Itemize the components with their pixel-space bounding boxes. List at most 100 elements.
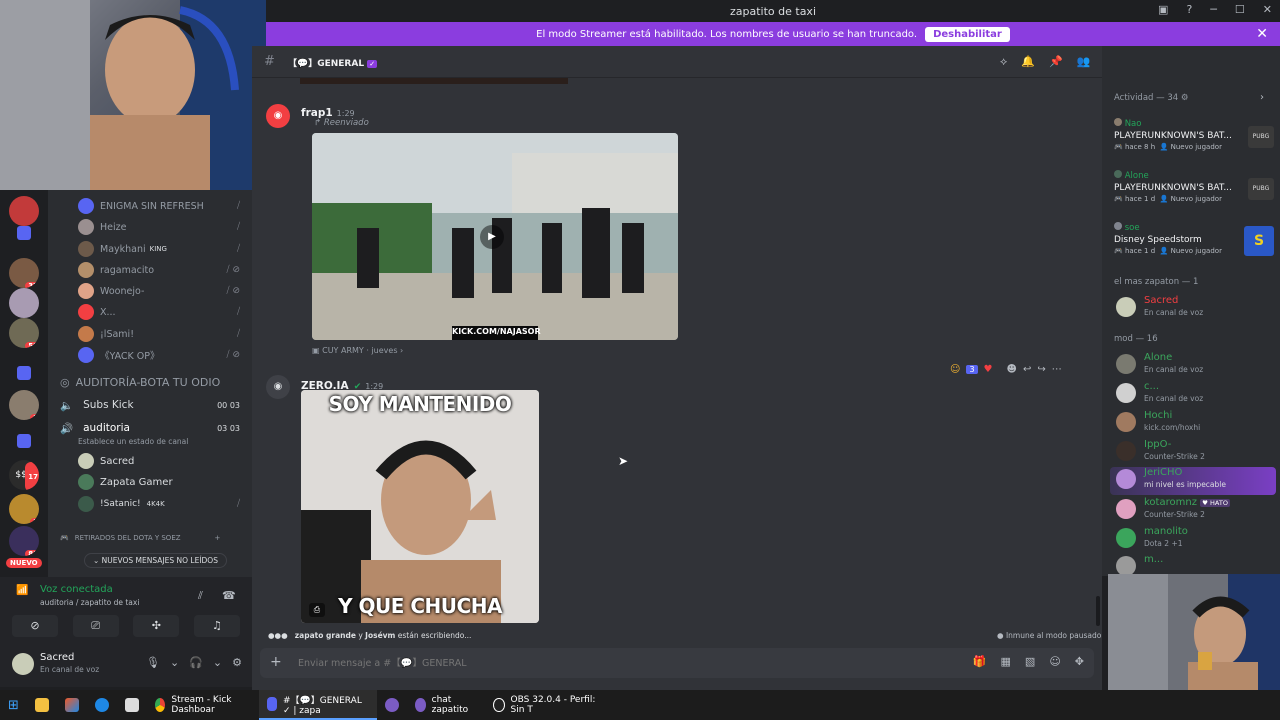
- server-icon[interactable]: 5: [9, 390, 39, 420]
- member-row[interactable]: Sacred En canal de voz: [1116, 295, 1276, 323]
- voice-user-row[interactable]: ragamacito ⧸ ⊘: [48, 260, 252, 280]
- server-folder-icon[interactable]: [17, 366, 31, 380]
- taskbar-app[interactable]: [57, 690, 87, 720]
- message-input[interactable]: [298, 655, 858, 671]
- member-list-icon[interactable]: 👥: [1077, 55, 1091, 69]
- apps-icon[interactable]: ✥: [1075, 655, 1084, 668]
- gif-button-icon[interactable]: ▦: [1001, 655, 1011, 668]
- chevron-down-icon[interactable]: ⌄: [213, 656, 222, 669]
- notification-bell-icon[interactable]: 🔔: [1021, 55, 1035, 69]
- voice-channel-auditoria[interactable]: 🔊 auditoria 03 03: [48, 418, 252, 438]
- member-row[interactable]: manolito Dota 2 +1: [1116, 526, 1276, 554]
- member-row[interactable]: Hochi kick.com/hoxhi: [1116, 410, 1276, 438]
- gif-icon[interactable]: ⎙: [309, 603, 325, 617]
- pinned-icon[interactable]: 📌: [1049, 55, 1063, 69]
- taskbar-obs[interactable]: OBS 32.0.4 - Perfil: Sin T: [485, 690, 607, 720]
- taskbar-discord[interactable]: #【💬】GENERAL ✓ | zapa: [258, 690, 377, 720]
- camera-off-icon[interactable]: ⊘: [12, 615, 58, 637]
- emoji-icon[interactable]: ☺: [1049, 655, 1060, 668]
- member-row[interactable]: JeriCHO mi nivel es impecable: [1110, 467, 1276, 495]
- headphones-icon[interactable]: 🎧: [189, 656, 203, 669]
- more-options-icon[interactable]: ⋯: [1052, 364, 1062, 375]
- emoji-reaction-icon[interactable]: ☺: [950, 364, 960, 375]
- avatar[interactable]: [12, 653, 34, 675]
- microphone-icon[interactable]: 🎙: [146, 656, 160, 669]
- voice-user-row[interactable]: Maykhani KING ⧸: [48, 239, 252, 259]
- add-attachment-icon[interactable]: +: [270, 654, 282, 670]
- taskbar-edge[interactable]: [87, 690, 117, 720]
- reaction-count[interactable]: 3: [966, 365, 978, 374]
- chat-scrollbar[interactable]: [1096, 596, 1100, 626]
- reply-icon[interactable]: ↩: [1023, 364, 1031, 375]
- maximize-button[interactable]: ☐: [1235, 3, 1245, 16]
- discord-logo-avatar[interactable]: ◉: [266, 104, 290, 128]
- inbox-icon[interactable]: ▣: [1158, 3, 1168, 16]
- taskbar-chat[interactable]: chat zapatito: [407, 690, 485, 720]
- taskbar-file-explorer[interactable]: [27, 690, 57, 720]
- voice-user-row[interactable]: X... ⧸: [48, 302, 252, 322]
- close-button[interactable]: ✕: [1263, 3, 1272, 16]
- settings-gear-icon[interactable]: ⚙: [232, 656, 242, 669]
- gift-icon[interactable]: 🎁: [973, 655, 987, 668]
- meme-image[interactable]: SOY MANTENIDO Y QUE CHUCHA ⎙: [301, 390, 539, 623]
- activity-card[interactable]: Alone PLAYERUNKNOWN'S BAT... 🎮 hace 1 d …: [1114, 170, 1274, 215]
- voice-channel-subs-kick[interactable]: 🔈 Subs Kick 00 03: [48, 395, 252, 415]
- soundboard-icon[interactable]: ♫: [193, 615, 240, 637]
- server-icon[interactable]: 5: [9, 494, 39, 524]
- voice-user-row[interactable]: Woonejo- ⧸ ⊘: [48, 281, 252, 301]
- minimize-button[interactable]: ─: [1210, 3, 1217, 16]
- sticker-icon[interactable]: ▧: [1025, 655, 1035, 668]
- screen-share-icon[interactable]: ⎚: [72, 615, 119, 637]
- voice-category[interactable]: 🎮 RETIRADOS DEL DOTA Y SOEZ +: [60, 534, 220, 542]
- activity-card[interactable]: soe Disney Speedstorm 🎮 hace 1 d 👤 Nuevo…: [1114, 222, 1274, 267]
- add-channel-icon[interactable]: +: [215, 534, 221, 542]
- activities-icon[interactable]: ✣: [133, 615, 180, 637]
- voice-user-row[interactable]: ¡lSami! ⧸: [48, 324, 252, 344]
- activity-card[interactable]: Nao PLAYERUNKNOWN'S BAT... 🎮 hace 8 h 👤 …: [1114, 118, 1274, 163]
- voice-category[interactable]: ◎ AUDITORÍA-BOTA TU ODIO: [60, 376, 220, 389]
- member-row[interactable]: Alone En canal de voz: [1116, 352, 1276, 380]
- chevron-right-icon[interactable]: ›: [1260, 92, 1264, 103]
- voice-user-row[interactable]: !Satanic! 4K4K ⧸: [48, 494, 252, 514]
- server-icon[interactable]: [9, 196, 39, 226]
- unread-messages-pill[interactable]: ⌄ NUEVOS MENSAJES NO LEÍDOS: [84, 553, 227, 568]
- server-folder-icon[interactable]: [17, 434, 31, 448]
- video-attachment[interactable]: ▶ KICK.COM/NAJASOR: [312, 133, 678, 340]
- disable-streamer-button[interactable]: Deshabilitar: [925, 26, 1010, 42]
- close-banner-icon[interactable]: ✕: [1256, 26, 1268, 42]
- start-button[interactable]: ⊞: [0, 690, 27, 720]
- taskbar-chrome[interactable]: Stream - Kick Dashboar: [147, 690, 259, 720]
- member-row[interactable]: m...: [1116, 554, 1276, 576]
- self-username[interactable]: Sacred: [40, 652, 74, 663]
- server-icon[interactable]: [9, 288, 39, 318]
- disconnect-icon[interactable]: ☎: [222, 589, 236, 602]
- forward-source[interactable]: ▣ CUY ARMY · jueves ›: [312, 346, 403, 355]
- voice-connected-title[interactable]: Voz conectada: [40, 584, 113, 595]
- folder-icon: [34, 698, 49, 712]
- server-icon[interactable]: 59: [9, 318, 39, 348]
- forward-icon[interactable]: ↪: [1037, 364, 1045, 375]
- member-row[interactable]: kotaromnz ♥ HATO Counter-Strike 2: [1116, 497, 1276, 525]
- chevron-down-icon[interactable]: ⌄: [170, 656, 179, 669]
- server-icon[interactable]: $$$ 17: [9, 460, 39, 490]
- voice-user-row[interactable]: Heize ⧸: [48, 217, 252, 237]
- voice-user-row[interactable]: ENIGMA SIN REFRESH ⧸: [48, 196, 252, 216]
- taskbar-store[interactable]: [117, 690, 147, 720]
- taskbar-app[interactable]: [377, 690, 407, 720]
- server-folder-icon[interactable]: [17, 226, 31, 240]
- help-icon[interactable]: ?: [1186, 3, 1192, 16]
- play-icon[interactable]: ▶: [480, 225, 504, 249]
- voice-user-row[interactable]: Zapata Gamer: [48, 472, 252, 492]
- add-reaction-icon[interactable]: ☻: [1007, 364, 1017, 375]
- heart-reaction-icon[interactable]: ♥: [984, 364, 993, 375]
- voice-user-row[interactable]: 《YACK OP》 ⧸ ⊘: [48, 345, 252, 365]
- member-row[interactable]: IppO- Counter-Strike 2: [1116, 439, 1276, 467]
- threads-icon[interactable]: ⟡: [1000, 55, 1007, 69]
- voice-user-row[interactable]: Sacred: [48, 451, 252, 471]
- server-icon[interactable]: 37: [9, 258, 39, 288]
- channel-status[interactable]: Establece un estado de canal: [78, 437, 188, 446]
- noise-suppression-icon[interactable]: ⫽: [198, 589, 203, 603]
- discord-logo-avatar[interactable]: ◉: [266, 375, 290, 399]
- server-icon[interactable]: 81: [9, 526, 39, 556]
- member-row[interactable]: c... En canal de voz: [1116, 381, 1276, 409]
